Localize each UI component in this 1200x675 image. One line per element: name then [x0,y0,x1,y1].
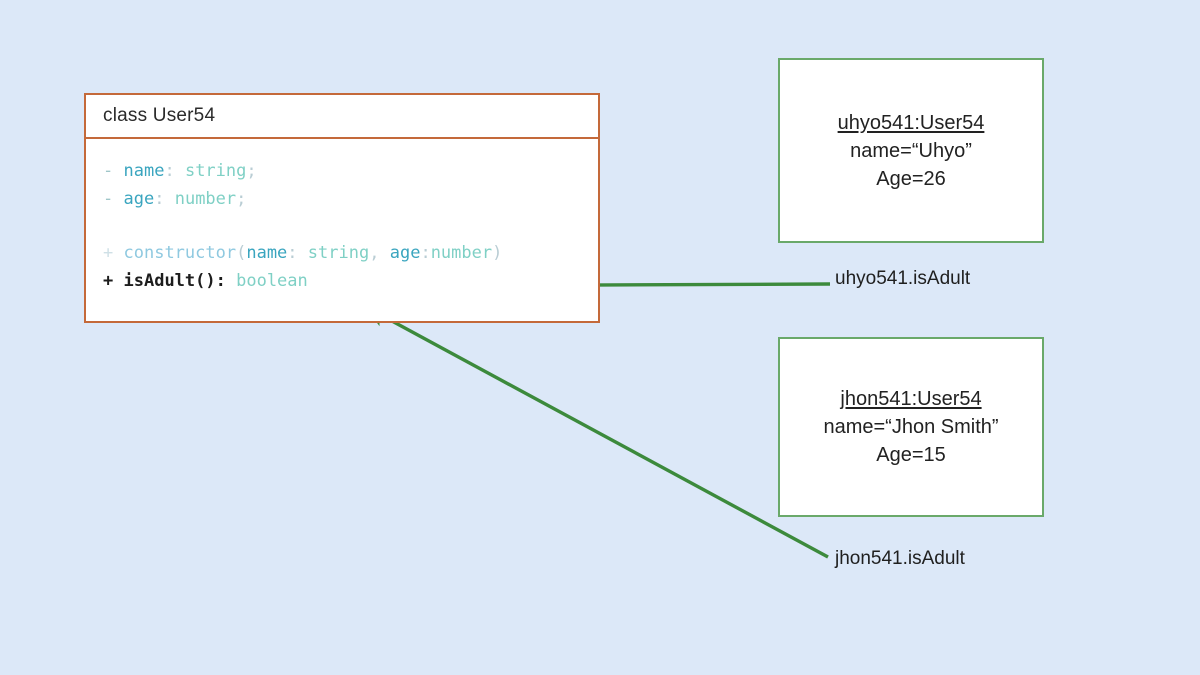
object-attribute-age-uhyo541: Age=26 [876,167,946,190]
object-box-uhyo541: uhyo541:User54 name=“Uhyo” Age=26 [778,58,1044,243]
code-token: isAdult(): [123,271,226,291]
code-token: number [430,243,493,263]
code-token: string [184,161,247,181]
arrow-label-jhon-call: jhon541.isAdult [835,548,965,569]
code-token: - [103,189,114,209]
uml-class-members: - name: string; - age: number; + construct… [86,139,598,295]
code-token: + [103,243,114,263]
code-token: : [164,161,175,181]
uml-class-title: class User54 [103,105,216,126]
class-member-blank-line [103,213,598,239]
object-box-jhon541: jhon541:User54 name=“Jhon Smith” Age=15 [778,337,1044,517]
object-attribute-name-jhon541: name=“Jhon Smith” [823,416,999,438]
code-token: ( [236,243,247,263]
class-member-field-age: - age: number; [103,185,598,213]
class-member-field-name: - name: string; [103,157,598,185]
object-attribute-name-uhyo541: name=“Uhyo” [850,139,972,162]
code-token: age [123,189,155,209]
object-attribute-age-jhon541: Age=15 [876,444,946,466]
code-token: name [246,243,288,263]
code-token: boolean [236,271,308,291]
code-token: : [287,243,298,263]
class-member-method-isadult: + isAdult(): boolean [103,267,598,295]
code-token: number [174,189,237,209]
uml-class-header: class User54 [86,95,598,139]
class-member-method-constructor: + constructor(name: string, age:number) [103,239,598,267]
code-token: : [420,243,431,263]
code-token: name [123,161,165,181]
arrow-label-uhyo-call: uhyo541.isAdult [835,268,971,289]
code-token: , [369,243,380,263]
object-title-uhyo541: uhyo541:User54 [837,111,985,134]
code-token: ) [492,243,503,263]
code-token: constructor [123,243,237,263]
jhon-call-arrow [364,305,829,559]
code-token: + [103,271,114,291]
object-title-jhon541: jhon541:User54 [840,388,982,410]
code-token: ; [246,161,257,181]
code-token: - [103,161,114,181]
uml-class-box: class User54 - name: string; - age: numbe… [84,93,600,323]
code-token: ; [236,189,247,209]
code-token: : [154,189,165,209]
code-token: age [389,243,421,263]
code-token: string [307,243,370,263]
